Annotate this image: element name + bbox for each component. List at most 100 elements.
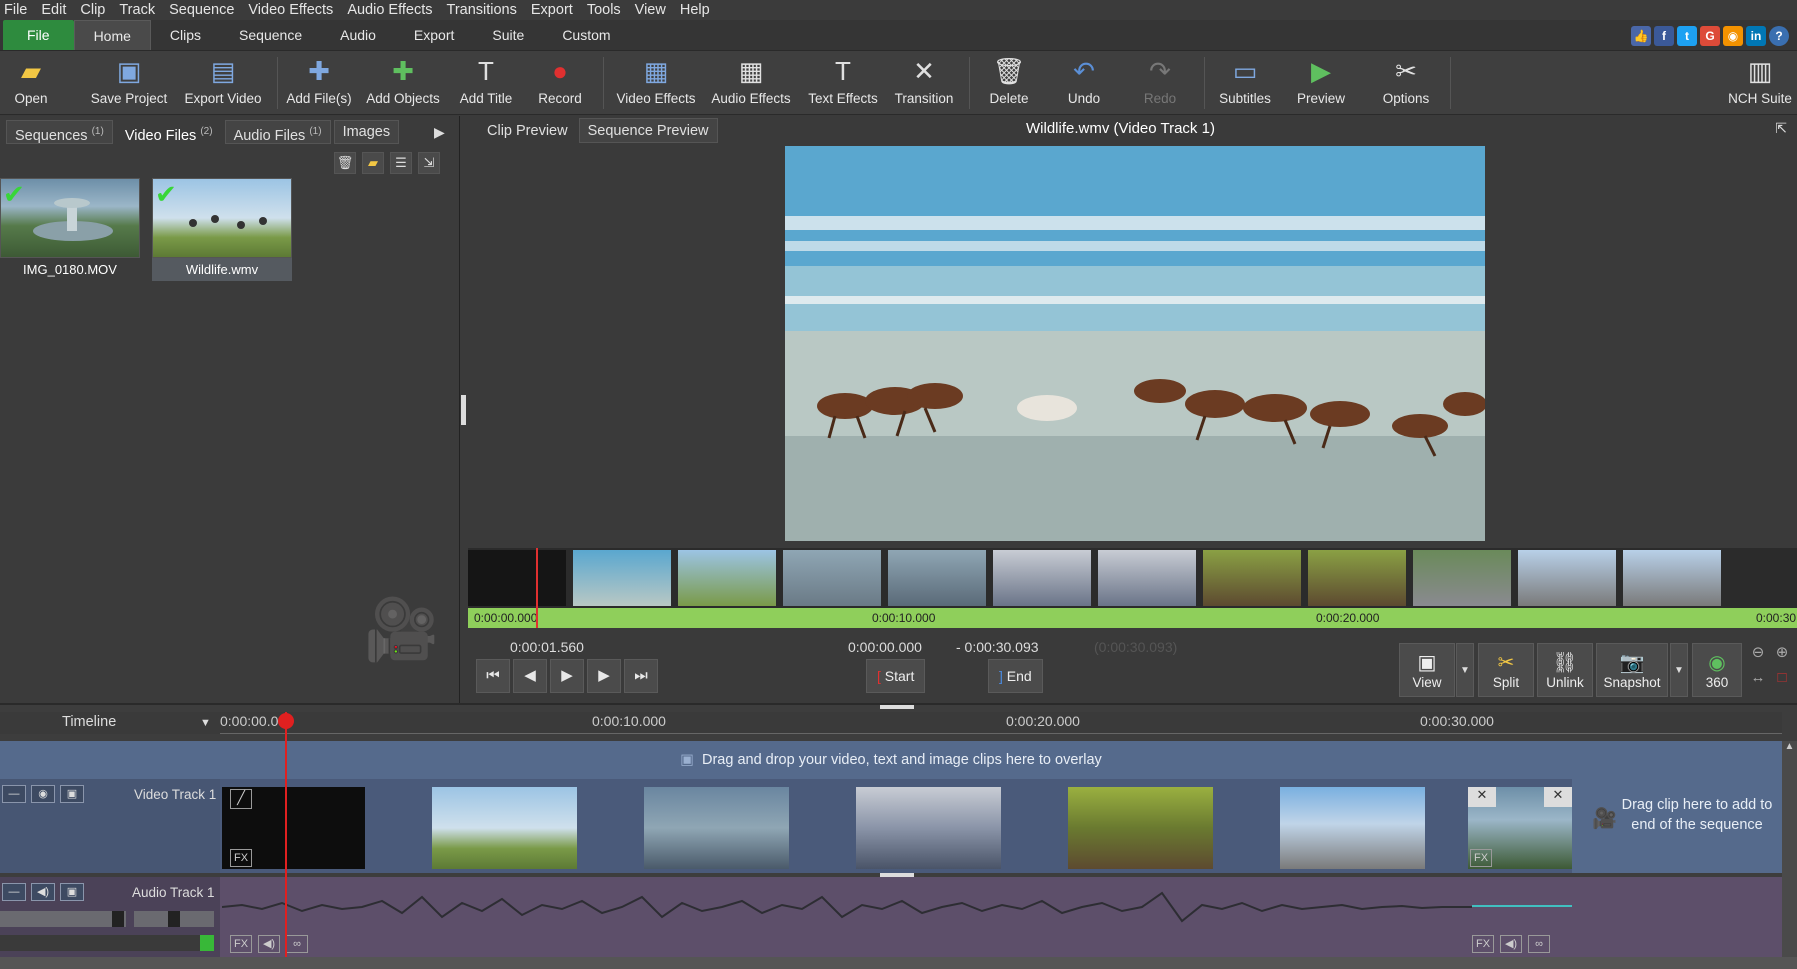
menu-tools[interactable]: Tools bbox=[587, 2, 631, 18]
menu-export[interactable]: Export bbox=[531, 2, 583, 18]
lock-icon[interactable]: ▣ bbox=[60, 785, 84, 803]
transition-icon[interactable]: ✕ bbox=[1468, 787, 1496, 807]
tabs-scroll-right-icon[interactable]: ▶ bbox=[434, 124, 445, 141]
linkedin-icon[interactable]: in bbox=[1746, 26, 1766, 46]
zoom-in-icon[interactable]: ⊕ bbox=[1770, 643, 1794, 667]
save-project-button[interactable]: ▣ Save Project bbox=[84, 55, 174, 107]
fit-width-icon[interactable]: ↔ bbox=[1746, 669, 1770, 693]
menu-video-effects[interactable]: Video Effects bbox=[248, 2, 343, 18]
preview-button[interactable]: ▶ Preview bbox=[1276, 55, 1366, 107]
timeline-horizontal-scrollbar[interactable] bbox=[0, 957, 1797, 969]
open-button[interactable]: ▰ Open bbox=[0, 55, 76, 107]
video-effects-button[interactable]: ▦ Video Effects bbox=[611, 55, 701, 107]
lock-icon[interactable]: ▣ bbox=[60, 883, 84, 901]
skip-to-start-icon[interactable]: ⏮ bbox=[476, 659, 510, 693]
audio-fx-button[interactable]: FX bbox=[230, 935, 252, 953]
tab-file[interactable]: File bbox=[3, 20, 74, 50]
clip-fx-button[interactable]: FX bbox=[1470, 849, 1492, 867]
media-item[interactable]: ✔ Wildlife.wmv bbox=[152, 178, 292, 281]
playhead-handle[interactable] bbox=[278, 713, 294, 729]
loop-icon[interactable]: ∞ bbox=[1528, 935, 1550, 953]
menu-help[interactable]: Help bbox=[680, 2, 720, 18]
redo-button[interactable]: ↷ Redo bbox=[1115, 55, 1205, 107]
volume-icon[interactable]: ◀) bbox=[258, 935, 280, 953]
tab-video-files[interactable]: Video Files (2) bbox=[115, 120, 222, 144]
media-item[interactable]: ✔ IMG_0180.MOV bbox=[0, 178, 140, 277]
collapse-icon[interactable]: — bbox=[2, 883, 26, 901]
add-files-button[interactable]: ✚ Add File(s) bbox=[274, 55, 364, 107]
timeline-clip[interactable] bbox=[1280, 787, 1425, 869]
thumbs-up-icon[interactable]: 👍 bbox=[1631, 26, 1651, 46]
overlay-drop-zone[interactable]: ▣ Drag and drop your video, text and ima… bbox=[0, 741, 1782, 779]
audio-effects-button[interactable]: ▦ Audio Effects bbox=[706, 55, 796, 107]
rss-icon[interactable]: ◉ bbox=[1723, 26, 1743, 46]
export-video-button[interactable]: ▤ Export Video bbox=[178, 55, 268, 107]
menu-file[interactable]: File bbox=[4, 2, 37, 18]
timeline-clip[interactable] bbox=[856, 787, 1001, 869]
tab-clips[interactable]: Clips bbox=[151, 20, 220, 50]
nch-suite-button[interactable]: ▥ NCH Suite bbox=[1715, 55, 1797, 107]
clip-playhead[interactable] bbox=[536, 548, 538, 628]
timeline-clip[interactable]: ✕ ✕ FX bbox=[1468, 787, 1572, 869]
audio-fx-button[interactable]: FX bbox=[1472, 935, 1494, 953]
tab-images[interactable]: Images bbox=[333, 120, 400, 144]
tab-sequence-preview[interactable]: Sequence Preview bbox=[578, 118, 718, 143]
step-forward-icon[interactable]: ▶ bbox=[587, 659, 621, 693]
volume-slider-thumb[interactable] bbox=[112, 911, 124, 927]
split-button[interactable]: ✂ Split bbox=[1478, 643, 1534, 697]
view-button[interactable]: ▣ View bbox=[1399, 643, 1455, 697]
timeline-ruler[interactable]: 0:00:00.000 0:00:10.000 0:00:20.000 0:00… bbox=[220, 712, 1782, 734]
twitter-icon[interactable]: t bbox=[1677, 26, 1697, 46]
snapshot-button[interactable]: 📷 Snapshot bbox=[1596, 643, 1668, 697]
new-folder-icon[interactable]: ▰ bbox=[362, 152, 384, 174]
menu-sequence[interactable]: Sequence bbox=[169, 2, 244, 18]
pan-slider-thumb[interactable] bbox=[168, 911, 180, 927]
timeline-scrollbar[interactable]: ▲ bbox=[1782, 741, 1797, 969]
timeline-playhead[interactable] bbox=[285, 712, 287, 969]
options-button[interactable]: ✂ Options bbox=[1361, 55, 1451, 107]
tab-home[interactable]: Home bbox=[73, 20, 151, 50]
transition-icon[interactable]: ✕ bbox=[1544, 787, 1572, 807]
transition-button[interactable]: ✕ Transition bbox=[879, 55, 969, 107]
tab-export[interactable]: Export bbox=[395, 20, 473, 50]
text-effects-button[interactable]: T Text Effects bbox=[798, 55, 888, 107]
speaker-icon[interactable]: ◀) bbox=[31, 883, 55, 901]
view-dropdown-icon[interactable]: ▼ bbox=[1456, 643, 1474, 697]
google-plus-icon[interactable]: G bbox=[1700, 26, 1720, 46]
set-end-button[interactable]: ] End bbox=[988, 659, 1043, 693]
timeline-selector[interactable]: Timeline ▼ bbox=[0, 712, 220, 734]
collapse-icon[interactable]: — bbox=[2, 785, 26, 803]
set-start-button[interactable]: [ Start bbox=[866, 659, 926, 693]
menu-transitions[interactable]: Transitions bbox=[447, 2, 527, 18]
tab-custom[interactable]: Custom bbox=[543, 20, 629, 50]
delete-media-icon[interactable]: 🗑 bbox=[334, 152, 356, 174]
snapshot-dropdown-icon[interactable]: ▼ bbox=[1670, 643, 1688, 697]
zoom-out-icon[interactable]: ⊖ bbox=[1746, 643, 1770, 667]
timeline-resize-handle[interactable] bbox=[880, 705, 914, 709]
tab-sequences[interactable]: Sequences (1) bbox=[6, 120, 113, 144]
clip-time-ruler[interactable]: 0:00:00.000 0:00:10.000 0:00:20.000 0:00… bbox=[468, 608, 1797, 628]
keyframe-icon[interactable]: ╱ bbox=[230, 789, 252, 809]
menu-audio-effects[interactable]: Audio Effects bbox=[347, 2, 442, 18]
unlink-button[interactable]: ⛓ Unlink bbox=[1537, 643, 1593, 697]
pan-slider[interactable] bbox=[134, 911, 214, 927]
undock-icon[interactable]: ⇲ bbox=[418, 152, 440, 174]
volume-slider[interactable] bbox=[0, 911, 126, 927]
end-drop-zone[interactable]: 🎥 Drag clip here to add to end of the se… bbox=[1572, 779, 1782, 873]
timeline-clip[interactable] bbox=[644, 787, 789, 869]
step-back-icon[interactable]: ◀ bbox=[513, 659, 547, 693]
360-button[interactable]: ◉ 360 bbox=[1692, 643, 1742, 697]
timeline-clip[interactable] bbox=[432, 787, 577, 869]
list-view-icon[interactable]: ☰ bbox=[390, 152, 412, 174]
expand-icon[interactable]: ⇱ bbox=[1775, 120, 1787, 137]
tab-audio-files[interactable]: Audio Files (1) bbox=[224, 120, 331, 144]
add-objects-button[interactable]: ✚ Add Objects bbox=[358, 55, 448, 107]
play-icon[interactable]: ▶ bbox=[550, 659, 584, 693]
help-icon[interactable]: ? bbox=[1769, 26, 1789, 46]
loop-icon[interactable]: ∞ bbox=[286, 935, 308, 953]
skip-to-end-icon[interactable]: ⏭ bbox=[624, 659, 658, 693]
eye-icon[interactable]: ◉ bbox=[31, 785, 55, 803]
facebook-icon[interactable]: f bbox=[1654, 26, 1674, 46]
menu-view[interactable]: View bbox=[635, 2, 676, 18]
close-zoom-icon[interactable]: □ bbox=[1770, 669, 1794, 693]
